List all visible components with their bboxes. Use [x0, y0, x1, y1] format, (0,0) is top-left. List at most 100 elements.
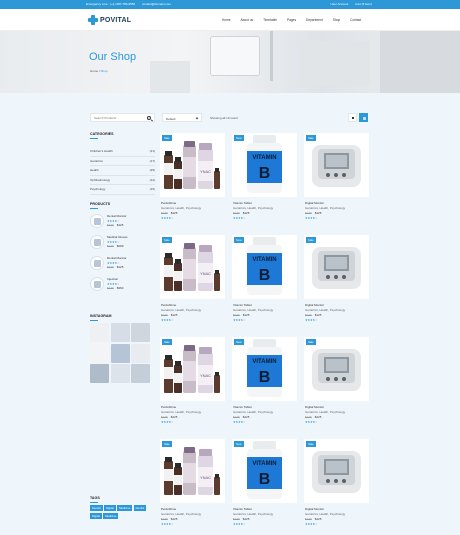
instagram-photo[interactable]	[131, 364, 150, 383]
sidebar-product-item[interactable]: Dental Monitor ★★★★★ $179 $125	[90, 253, 155, 273]
product-card[interactable]: Sale Digital Monitor Geriatrics, Health, P…	[304, 235, 369, 335]
product-name[interactable]: Vitamin Tablet	[233, 303, 252, 307]
product-name[interactable]: Perdoblime	[161, 405, 176, 409]
product-name[interactable]: Digital Monitor	[305, 405, 324, 409]
chevron-down-icon	[195, 116, 199, 120]
product-card[interactable]: Sale Digital Monitor Geriatrics, Health, P…	[304, 439, 369, 535]
user-account-link[interactable]: User Account	[330, 2, 348, 6]
product-image[interactable]: YNAC Sale	[160, 235, 225, 299]
product-name[interactable]: Perdoblime	[161, 201, 176, 205]
instagram-photo[interactable]	[110, 323, 130, 342]
product-card[interactable]: YNAC Sale Perdoblime Geriatrics, Health, Ps…	[160, 235, 225, 335]
product-rating: ★★★★★	[305, 420, 318, 424]
grid-view-button[interactable]	[348, 113, 357, 122]
sidebar-product-item[interactable]: Dental Monitor ★★★★★ $149 $125	[90, 211, 155, 231]
nav-contact[interactable]: Contact	[350, 18, 361, 22]
star-icon: ★	[243, 522, 246, 526]
list-view-button[interactable]	[359, 113, 368, 122]
nav-timetable[interactable]: Timetable	[263, 18, 277, 22]
product-thumbnail[interactable]	[90, 235, 104, 249]
product-card[interactable]: YNAC Sale Perdoblime Geriatrics, Health, Ps…	[160, 337, 225, 437]
product-card[interactable]: YNAC Sale Perdoblime Geriatrics, Health, Ps…	[160, 133, 225, 233]
product-name[interactable]: Digital Monitor	[305, 201, 324, 205]
breadcrumb-current: Shop	[100, 69, 108, 73]
product-price: $149 $125	[161, 211, 177, 215]
star-icon: ★	[243, 318, 246, 322]
cart-link[interactable]: Cart (5 Item)	[355, 2, 372, 6]
product-thumbnail[interactable]	[90, 256, 104, 270]
rating-stars: ★★★★★	[107, 240, 120, 244]
star-icon: ★	[117, 260, 120, 265]
sort-select[interactable]: Default	[162, 113, 202, 122]
instagram-photo[interactable]	[131, 323, 150, 342]
product-card[interactable]: VITAMIN B New Vitamin Tablet Geriatrics, Hea…	[232, 337, 297, 437]
product-thumbnail[interactable]	[90, 214, 104, 228]
product-image[interactable]: Sale	[304, 133, 369, 197]
tag-button[interactable]: Medicine	[117, 505, 133, 512]
category-item[interactable]: Health (29)	[90, 166, 155, 176]
instagram-photo[interactable]	[131, 343, 150, 363]
category-item[interactable]: Ophthalmology (12)	[90, 176, 155, 185]
nav-about[interactable]: About us	[241, 18, 254, 22]
tag-button[interactable]: Dentist	[90, 505, 103, 512]
nav-department[interactable]: Department	[306, 18, 323, 22]
product-image[interactable]: YNAC Sale	[160, 133, 225, 197]
product-name[interactable]: Vitamin Tablet	[233, 201, 252, 205]
tag-button[interactable]: Dentist	[133, 505, 147, 512]
instagram-photo[interactable]	[90, 343, 109, 363]
instagram-photo[interactable]	[110, 364, 130, 383]
product-name[interactable]: Digital Monitor	[305, 507, 324, 511]
product-thumbnail[interactable]	[90, 277, 104, 291]
product-card[interactable]: Sale Digital Monitor Geriatrics, Health, P…	[304, 337, 369, 437]
sidebar-product-item[interactable]: Medical Gloves ★★★★★ $179 $299	[90, 232, 155, 252]
product-image[interactable]: VITAMIN B New	[232, 133, 297, 197]
main-nav: Home About us Timetable Pages Department…	[222, 18, 371, 22]
product-name[interactable]: Perdoblime	[161, 303, 176, 307]
hero-background-shape	[150, 61, 190, 93]
hero-background-shape	[300, 41, 370, 86]
product-card[interactable]: Sale Digital Monitor Geriatrics, Health, P…	[304, 133, 369, 233]
category-item[interactable]: Psychology (15)	[90, 185, 155, 195]
svg-text:YNAC: YNAC	[200, 271, 211, 276]
breadcrumb-home[interactable]: Home	[90, 69, 98, 73]
product-image[interactable]: VITAMIN B New	[232, 235, 297, 299]
product-card[interactable]: VITAMIN B New Vitamin Tablet Geriatrics, Hea…	[232, 133, 297, 233]
product-image[interactable]: YNAC Sale	[160, 439, 225, 503]
product-name[interactable]: Perdoblime	[161, 507, 176, 511]
product-image[interactable]: Sale	[304, 235, 369, 299]
email-link[interactable]: contact@domain.com	[142, 2, 171, 6]
sidebar-product-item[interactable]: Injection ★★★★★ $170 $360	[90, 274, 155, 294]
category-list: Children's Health (21) Geriatrics (17) Hea…	[90, 147, 155, 195]
star-icon: ★	[171, 420, 174, 424]
product-image[interactable]: YNAC Sale	[160, 337, 225, 401]
svg-text:B: B	[259, 267, 271, 284]
product-image[interactable]: Sale	[304, 337, 369, 401]
tag-button[interactable]: Digital	[104, 505, 116, 512]
logo[interactable]: POVITAL	[88, 14, 131, 26]
category-item[interactable]: Children's Health (21)	[90, 147, 155, 157]
product-card[interactable]: VITAMIN B New Vitamin Tablet Geriatrics, Hea…	[232, 439, 297, 535]
product-card[interactable]: YNAC Sale Perdoblime Geriatrics, Health, Ps…	[160, 439, 225, 535]
tag-button[interactable]: Medicine	[103, 512, 119, 520]
nav-shop[interactable]: Shop	[333, 18, 340, 22]
product-name[interactable]: Digital Monitor	[305, 303, 324, 307]
tag-button[interactable]: Digital	[90, 512, 102, 520]
nav-home[interactable]: Home	[222, 18, 231, 22]
product-image[interactable]: VITAMIN B New	[232, 439, 297, 503]
instagram-photo[interactable]	[90, 364, 109, 383]
product-image[interactable]: VITAMIN B New	[232, 337, 297, 401]
product-name[interactable]: Vitamin Tablet	[233, 405, 252, 409]
tags-title: TAGS	[90, 496, 100, 500]
nav-pages[interactable]: Pages	[287, 18, 296, 22]
search-icon[interactable]	[147, 116, 151, 120]
sidebar-product-price: $149 $125	[107, 223, 127, 228]
category-item[interactable]: Geriatrics (17)	[90, 157, 155, 166]
new-price: $125	[170, 517, 178, 521]
instagram-photo[interactable]	[110, 343, 130, 363]
instagram-photo[interactable]	[90, 323, 109, 342]
product-name[interactable]: Vitamin Tablet	[233, 507, 252, 511]
search-input[interactable]	[91, 114, 147, 121]
product-card[interactable]: VITAMIN B New Vitamin Tablet Geriatrics, Hea…	[232, 235, 297, 335]
new-price: $125	[314, 415, 322, 419]
product-image[interactable]: Sale	[304, 439, 369, 503]
